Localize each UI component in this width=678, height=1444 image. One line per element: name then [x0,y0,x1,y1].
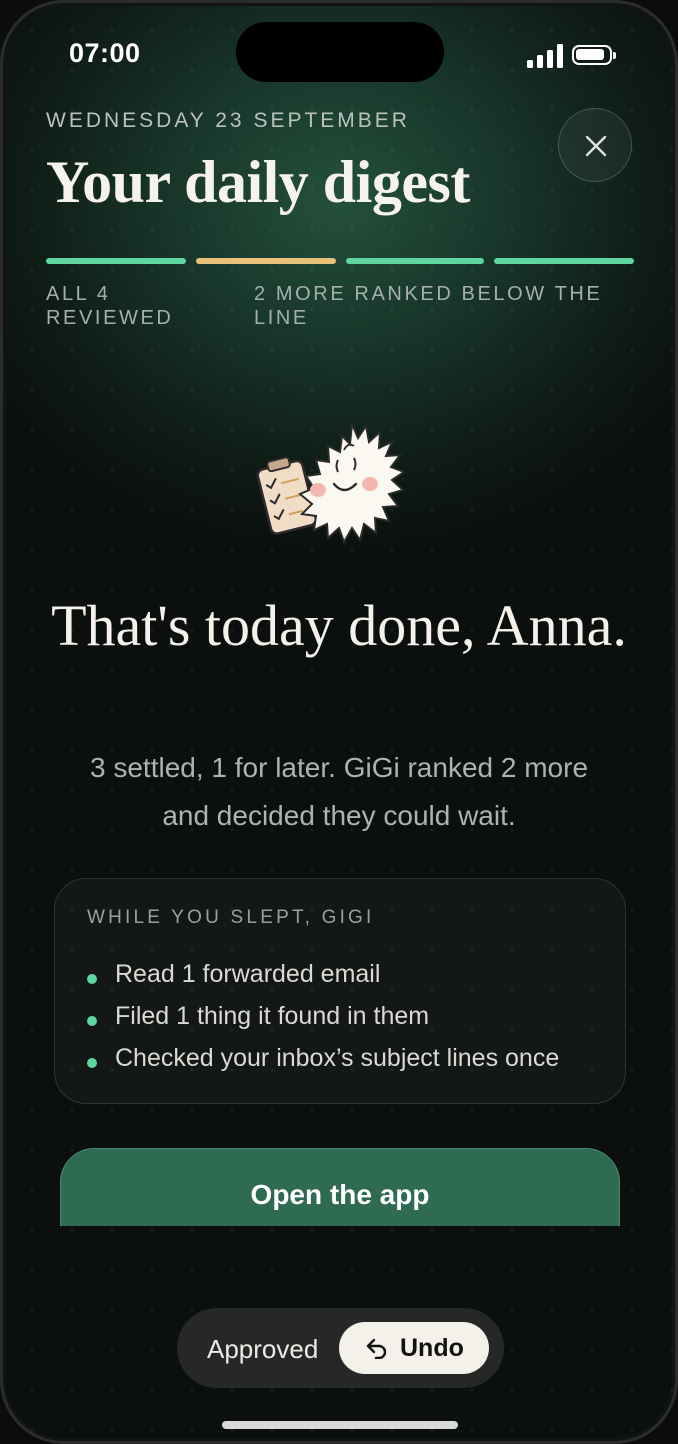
bullet-icon [87,1058,97,1068]
card-heading: WHILE YOU SLEPT, GIGI [87,907,375,928]
digest-date: WEDNESDAY 23 SEPTEMBER [46,109,410,132]
undo-button[interactable]: Undo [339,1322,489,1374]
list-item: Read 1 forwarded email [87,957,559,999]
open-app-button[interactable]: Open the app [60,1148,620,1226]
progress-segment-4 [494,258,634,264]
close-icon [585,135,607,157]
bullet-icon [87,1016,97,1026]
activity-list: Read 1 forwarded email Filed 1 thing it … [87,957,559,1083]
status-time: 07:00 [69,38,141,68]
home-indicator[interactable] [222,1421,458,1429]
progress-segment-2 [196,258,336,264]
progress-segment-1 [46,258,186,264]
battery-icon [572,45,616,65]
undo-label: Undo [400,1334,464,1362]
approved-toast: Approved Undo [177,1308,504,1388]
summary-headline: That's today done, Anna. [51,593,627,658]
list-item: Filed 1 thing it found in them [87,999,559,1041]
gigi-mascot-icon [298,423,404,545]
progress-segment-3 [346,258,484,264]
undo-arrow-icon [366,1338,387,1359]
progress-right-label: 2 MORE RANKED BELOW THE LINE [254,283,603,329]
overnight-activity-card: WHILE YOU SLEPT, GIGI Read 1 forwarded e… [54,878,626,1104]
progress-left-label: ALL 4 REVIEWED [46,283,174,329]
summary-subline: 3 settled, 1 for later. GiGi ranked 2 mo… [90,752,589,831]
mascot-illustration [256,423,404,545]
list-item: Checked your inbox’s subject lines once [87,1041,559,1083]
phone-screen: 07:00 WEDNESDAY 23 SEPTEMBER Your daily … [0,0,678,1444]
signal-icon [527,44,563,68]
bullet-icon [87,974,97,984]
page-title: Your daily digest [46,149,470,215]
dynamic-island [236,22,444,82]
toast-label: Approved [207,1334,319,1364]
close-button[interactable] [558,108,632,182]
